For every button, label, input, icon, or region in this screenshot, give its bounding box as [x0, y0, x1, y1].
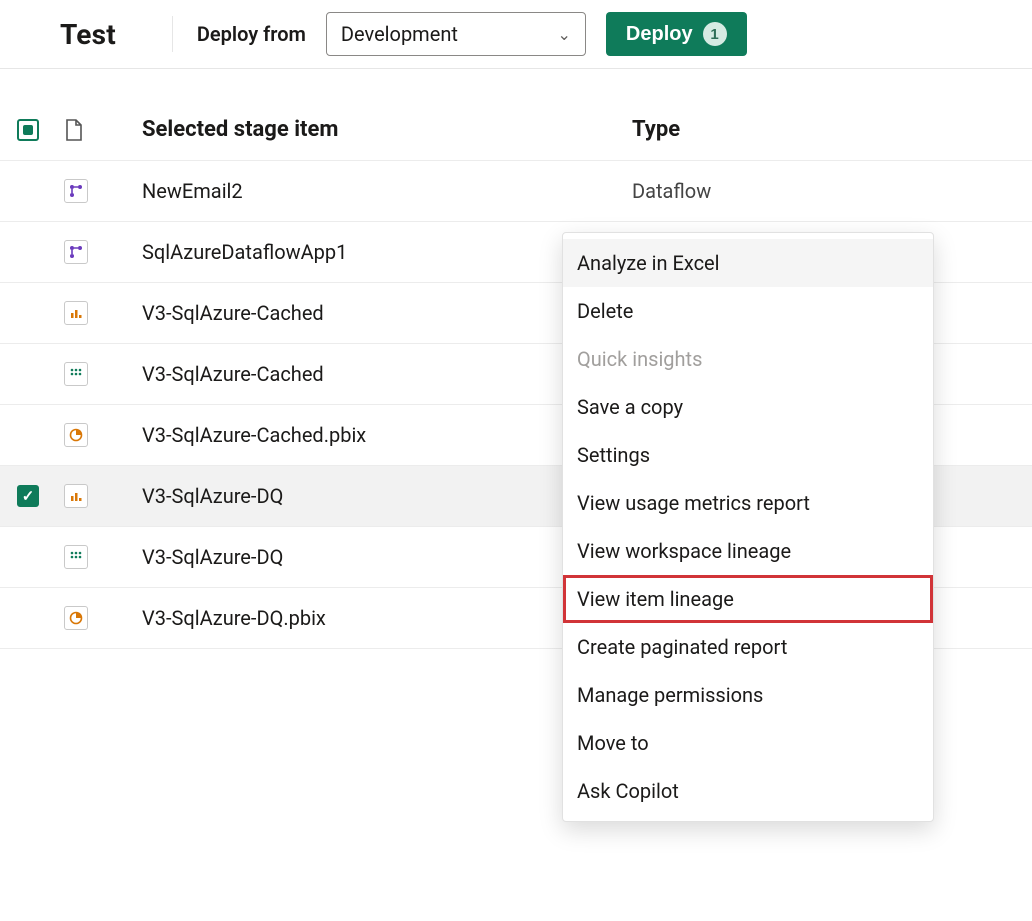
stage-title: Test [60, 18, 116, 51]
menu-item-settings[interactable]: Settings [563, 431, 933, 479]
menu-item-analyze-in-excel[interactable]: Analyze in Excel [563, 239, 933, 287]
item-name: V3-SqlAzure-Cached [128, 301, 632, 325]
column-name-header: Selected stage item [128, 117, 632, 142]
menu-item-quick-insights: Quick insights [563, 335, 933, 383]
column-type-header: Type [632, 117, 1032, 142]
item-name: SqlAzureDataflowApp1 [128, 240, 632, 264]
deploy-from-label: Deploy from [197, 22, 306, 46]
item-name: V3-SqlAzure-Cached [128, 362, 632, 386]
dataset-icon [64, 423, 88, 447]
menu-item-delete[interactable]: Delete [563, 287, 933, 335]
deploy-button[interactable]: Deploy 1 [606, 12, 747, 56]
dataflow-icon [64, 179, 88, 203]
row-checkbox[interactable] [17, 485, 39, 507]
menu-item-view-usage-metrics-report[interactable]: View usage metrics report [563, 479, 933, 527]
report-icon [64, 301, 88, 325]
menu-item-view-item-lineage[interactable]: View item lineage [563, 575, 933, 623]
source-stage-value: Development [341, 22, 458, 46]
item-name: NewEmail2 [128, 179, 632, 203]
item-context-menu: Analyze in ExcelDeleteQuick insightsSave… [562, 232, 934, 822]
select-all-checkbox[interactable] [17, 119, 39, 141]
menu-item-save-a-copy[interactable]: Save a copy [563, 383, 933, 431]
report-icon [64, 484, 88, 508]
table-header: Selected stage item Type [0, 69, 1032, 161]
dashboard-icon [64, 362, 88, 386]
item-name: V3-SqlAzure-DQ [128, 484, 632, 508]
menu-item-create-paginated-report[interactable]: Create paginated report [563, 623, 933, 671]
menu-item-view-workspace-lineage[interactable]: View workspace lineage [563, 527, 933, 575]
item-type: Dataflow [632, 179, 1032, 203]
item-name: V3-SqlAzure-Cached.pbix [128, 423, 632, 447]
dataflow-icon [64, 240, 88, 264]
stage-toolbar: Test Deploy from Development ⌄ Deploy 1 [0, 0, 1032, 69]
dataset-icon [64, 606, 88, 630]
table-row[interactable]: NewEmail2Dataflow [0, 161, 1032, 222]
deploy-button-label: Deploy [626, 23, 693, 46]
menu-item-move-to[interactable]: Move to [563, 719, 933, 767]
deploy-count-badge: 1 [703, 22, 727, 46]
item-name: V3-SqlAzure-DQ [128, 545, 632, 569]
toolbar-separator [172, 16, 173, 52]
menu-item-ask-copilot[interactable]: Ask Copilot [563, 767, 933, 815]
chevron-down-icon: ⌄ [558, 25, 571, 44]
item-name: V3-SqlAzure-DQ.pbix [128, 606, 632, 630]
file-icon [64, 118, 84, 142]
source-stage-select[interactable]: Development ⌄ [326, 12, 586, 56]
menu-item-manage-permissions[interactable]: Manage permissions [563, 671, 933, 719]
dashboard-icon [64, 545, 88, 569]
